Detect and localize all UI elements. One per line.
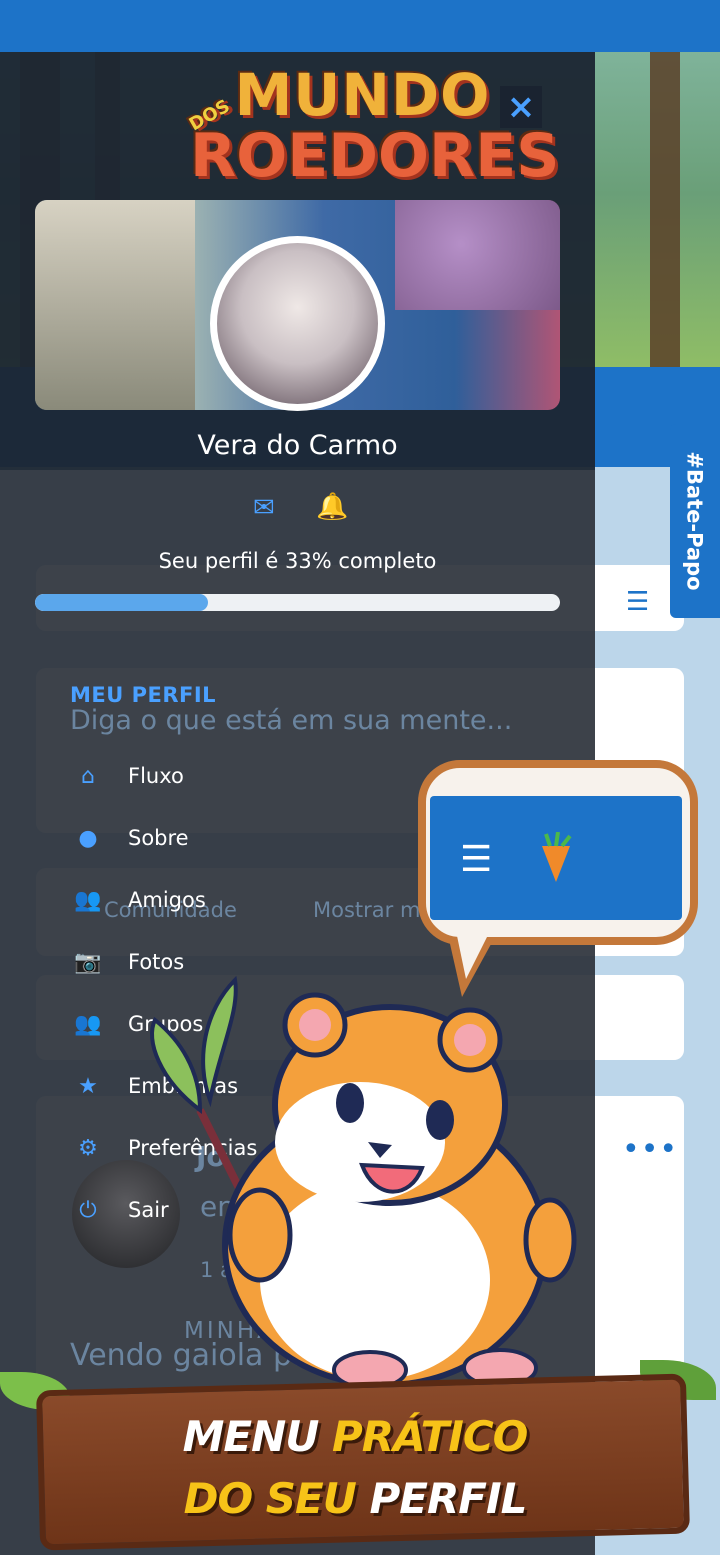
- screen: ☰ ••• #Bate-Papo DOS MUNDO ROEDORES × Ve…: [0, 0, 720, 1555]
- post-composer-placeholder: Diga o que está em sua mente...: [70, 705, 513, 736]
- carrot-logo-icon: [542, 832, 572, 882]
- logo-line1: MUNDO: [234, 61, 491, 129]
- cover-person-image: [395, 200, 560, 310]
- promo-line-1-white: MENU: [182, 1412, 332, 1461]
- tree-trunk: [650, 52, 680, 367]
- gear-icon: ⚙: [78, 1135, 98, 1161]
- star-icon: ★: [78, 1073, 98, 1099]
- menu-item-fluxo[interactable]: ⌂ Fluxo: [70, 756, 184, 796]
- profile-progress-fill: [35, 594, 209, 611]
- promo-line-1-yellow: PRÁTICO: [331, 1412, 528, 1461]
- hamburger-icon[interactable]: ☰: [626, 587, 649, 617]
- more-options-icon[interactable]: •••: [622, 1135, 678, 1165]
- promo-line-2-yellow: DO SEU: [183, 1474, 370, 1523]
- promo-line-2-white: PERFIL: [369, 1474, 527, 1523]
- users-icon: 👥: [74, 887, 102, 913]
- profile-avatar[interactable]: [210, 236, 385, 411]
- group-icon: 👥: [74, 1011, 102, 1037]
- profile-progress-bar: [35, 594, 560, 611]
- tab-show-more: Mostrar m: [313, 898, 421, 922]
- profile-name: Vera do Carmo: [197, 430, 398, 461]
- status-bar: [0, 0, 720, 52]
- site-logo: DOS MUNDO ROEDORES: [186, 61, 560, 195]
- promo-line-2: DO SEU PERFIL: [30, 1474, 680, 1523]
- menu-item-label: Amigos: [128, 888, 206, 912]
- hamster-mascot: [150, 975, 577, 1390]
- menu-item-sobre[interactable]: ● Sobre: [70, 818, 189, 858]
- envelope-icon[interactable]: ✉: [253, 495, 275, 521]
- close-button[interactable]: ×: [500, 86, 542, 128]
- menu-item-amigos[interactable]: 👥 Amigos: [70, 880, 206, 920]
- promo-line-1: MENU PRÁTICO: [30, 1412, 680, 1461]
- power-icon: ⏻: [79, 1197, 97, 1223]
- home-icon: ⌂: [81, 763, 95, 789]
- promo-sign: [36, 1373, 690, 1551]
- bell-icon[interactable]: 🔔: [316, 494, 348, 520]
- chat-tab-label: #Bate-Papo: [683, 451, 708, 591]
- section-title-my-profile: MEU PERFIL: [70, 683, 217, 707]
- camera-icon: 📷: [74, 949, 102, 975]
- chat-tab[interactable]: #Bate-Papo: [670, 424, 720, 618]
- user-icon: ●: [78, 825, 98, 851]
- menu-item-label: Sobre: [128, 826, 189, 850]
- menu-item-label: Fluxo: [128, 764, 184, 788]
- cage-image: [35, 200, 195, 410]
- hamburger-icon: ☰: [460, 839, 493, 880]
- logo-line2: ROEDORES: [190, 121, 560, 191]
- profile-progress-label: Seu perfil é 33% completo: [158, 549, 437, 573]
